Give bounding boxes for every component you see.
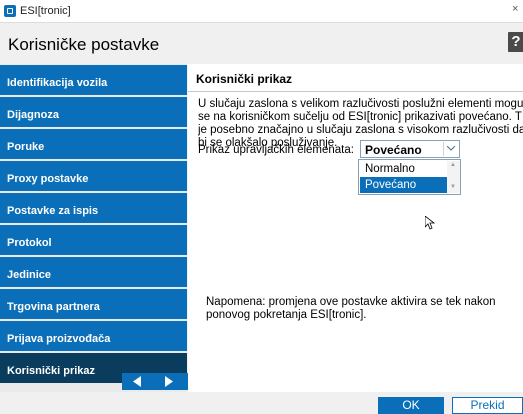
note-line: Napomena: promjena ove postavke aktivira…: [206, 296, 496, 308]
sidebar-item-proxy-postavke[interactable]: Proxy postavke: [0, 161, 187, 191]
dialog-footer: OK Prekid: [0, 392, 523, 414]
scroll-up-icon[interactable]: ▲: [450, 162, 456, 168]
sidebar-item-label: Trgovina partnera: [7, 301, 100, 313]
sidebar-pager: [122, 373, 188, 390]
arrow-left-icon: [133, 376, 141, 387]
chevron-down-icon: [447, 146, 455, 151]
app-icon: [4, 5, 16, 17]
ok-button[interactable]: OK: [378, 397, 444, 414]
display-mode-label: Prikaz upravljačkih elemenata:: [198, 144, 354, 156]
display-mode-dropdown-list: Normalno Povećano ▲ ▼: [358, 159, 461, 195]
sidebar-item-label: Jedinice: [7, 269, 52, 281]
previous-page-button[interactable]: [122, 373, 154, 390]
sidebar-item-label: Protokol: [7, 237, 52, 249]
window-close-button[interactable]: ×: [512, 3, 518, 15]
sidebar-item-label: Prijava proizvođača: [7, 333, 111, 345]
note-line: ponovog pokretanja ESI[tronic].: [206, 309, 367, 321]
sidebar-item-label: Identifikacija vozila: [7, 77, 108, 89]
main-panel: Korisnički prikaz U slučaju zaslona s ve…: [188, 64, 523, 392]
cancel-button[interactable]: Prekid: [452, 397, 523, 414]
dropdown-scrollbar[interactable]: ▲ ▼: [447, 161, 460, 193]
dropdown-toggle-button[interactable]: [443, 142, 458, 156]
option-normalno[interactable]: Normalno: [360, 161, 447, 177]
sidebar-item-label: Proxy postavke: [7, 173, 89, 185]
sidebar-item-trgovina-partnera[interactable]: Trgovina partnera: [0, 289, 187, 319]
window-title: ESI[tronic]: [20, 5, 71, 17]
sidebar-item-protokol[interactable]: Protokol: [0, 225, 187, 255]
sidebar-item-label: Postavke za ispis: [7, 205, 99, 217]
sidebar-item-prijava-proizvodaca[interactable]: Prijava proizvođača: [0, 321, 187, 351]
sidebar-item-dijagnoza[interactable]: Dijagnoza: [0, 97, 187, 127]
sidebar-item-postavke-za-ispis[interactable]: Postavke za ispis: [0, 193, 187, 223]
sidebar-item-label: Dijagnoza: [7, 109, 59, 121]
section-divider: [188, 91, 523, 92]
display-mode-selected-value: Povećano: [365, 143, 422, 157]
option-povecano[interactable]: Povećano: [360, 177, 447, 193]
mouse-pointer-icon: [425, 216, 435, 230]
sidebar-item-identifikacija-vozila[interactable]: Identifikacija vozila: [0, 65, 187, 95]
help-icon[interactable]: ?: [508, 32, 523, 52]
sidebar-item-label: Poruke: [7, 141, 45, 153]
description-line: je posebno značajno u slučaju zaslona s …: [198, 124, 523, 136]
sidebar-item-label: Korisnički prikaz: [7, 365, 96, 377]
page-title: Korisničke postavke: [8, 35, 160, 54]
window-titlebar: ESI[tronic] ×: [0, 0, 523, 23]
description-line: se na korisničkom sučelju od ESI[tronic]…: [198, 111, 522, 123]
section-title: Korisnički prikaz: [196, 72, 293, 86]
sidebar-item-jedinice[interactable]: Jedinice: [0, 257, 187, 287]
page-header: Korisničke postavke ?: [0, 23, 523, 63]
restart-note: Napomena: promjena ove postavke aktivira…: [206, 296, 496, 322]
next-page-button[interactable]: [154, 373, 186, 390]
description-line: U slučaju zaslona s velikom razlučivosti…: [198, 98, 523, 110]
arrow-right-icon: [165, 376, 173, 387]
display-mode-select[interactable]: Povećano: [360, 140, 460, 158]
sidebar: Identifikacija vozila Dijagnoza Poruke P…: [0, 64, 187, 392]
sidebar-item-poruke[interactable]: Poruke: [0, 129, 187, 159]
scroll-down-icon[interactable]: ▼: [450, 184, 456, 190]
